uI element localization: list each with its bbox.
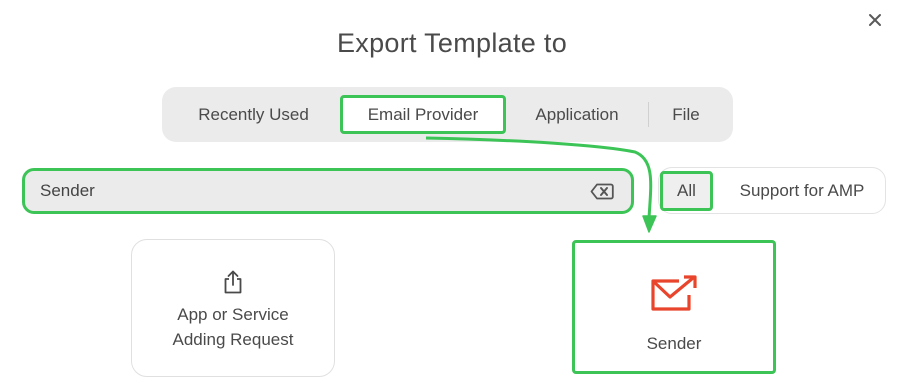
provider-tabs: Recently Used Email Provider Application… [162,87,733,142]
tab-file[interactable]: File [656,87,716,142]
clear-search-button[interactable] [589,181,615,201]
search-input[interactable]: Sender [40,181,589,201]
tab-recently-used[interactable]: Recently Used [182,87,325,142]
clear-input-icon [590,183,614,199]
dialog-title: Export Template to [336,28,568,58]
result-card-label: Sender [646,334,702,353]
search-field[interactable]: Sender [22,168,634,214]
request-label-line2: Adding Request [172,330,294,349]
result-card-label: App or Service Adding Request [173,302,294,352]
close-icon [869,14,881,26]
tab-email-provider[interactable]: Email Provider [340,95,506,134]
request-label-line1: App or Service [177,305,289,324]
tab-divider [648,102,649,127]
share-upload-icon [224,270,242,294]
tab-application[interactable]: Application [518,87,636,142]
filter-all[interactable]: All [660,171,713,211]
filter-toggle: All Support for AMP [658,167,886,214]
result-card-sender[interactable]: Sender [572,240,776,374]
filter-support-amp[interactable]: Support for AMP [719,168,885,213]
sender-mail-icon [651,275,697,311]
result-card-request[interactable]: App or Service Adding Request [131,239,335,377]
